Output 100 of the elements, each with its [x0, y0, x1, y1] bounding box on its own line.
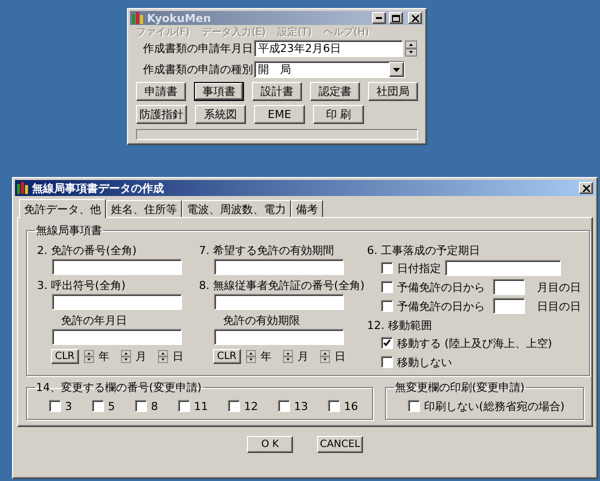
input-field[interactable]	[214, 294, 344, 310]
checkbox-label: 予備免許の日から	[397, 280, 485, 294]
section-heading: 6. 工事落成の予定期日	[367, 243, 481, 258]
field-label: 免許の有効期限	[222, 313, 301, 328]
minimize-icon	[376, 17, 382, 19]
app-icon	[17, 182, 29, 194]
spin-button[interactable]	[318, 350, 331, 363]
checkbox[interactable]	[381, 262, 393, 274]
input-field[interactable]	[493, 279, 525, 295]
tab[interactable]: 備考	[291, 200, 323, 217]
group-title: 無変更欄の印刷(変更申請)	[394, 380, 526, 395]
checkbox[interactable]	[408, 400, 420, 412]
date-field[interactable]: 平成23年2月6日	[254, 40, 403, 57]
checkbox-label: 5	[108, 400, 115, 412]
dropdown-field[interactable]: 開 局	[254, 61, 405, 78]
field-label: 3. 呼出符号(全角)	[37, 278, 127, 293]
window-title: KyokuMen	[147, 12, 212, 24]
dropdown-button[interactable]	[389, 62, 404, 77]
tab[interactable]: 姓名、住所等	[106, 200, 182, 217]
tab[interactable]: 電波、周波数、電力	[182, 200, 291, 217]
checkbox[interactable]	[381, 300, 393, 312]
checkbox-label: 印刷しない(総務省宛の場合)	[424, 398, 565, 414]
checkbox-label: 移動しない	[397, 354, 452, 370]
unit-label: 月	[136, 349, 147, 364]
spin-button[interactable]	[120, 350, 132, 363]
field-label: 7. 希望する免許の有効期間	[199, 243, 335, 258]
dialog-button[interactable]: CANCEL	[317, 436, 363, 453]
unit-label: 月	[298, 349, 309, 364]
form-button[interactable]: 系統図	[195, 105, 246, 124]
clear-button[interactable]: CLR	[213, 349, 241, 364]
field-label: 免許の年月日	[60, 313, 128, 328]
input-field[interactable]	[445, 260, 561, 276]
unit-label: 年	[260, 349, 272, 364]
form-button[interactable]: 事項書	[194, 82, 244, 101]
unit-label: 日	[334, 349, 346, 364]
spinner-arrows-icon	[120, 350, 132, 363]
section-heading: 12. 移動範囲	[367, 318, 433, 333]
spin-button[interactable]	[282, 350, 294, 363]
input-field[interactable]	[52, 294, 182, 310]
spinner-arrows-icon	[82, 350, 95, 363]
checkbox[interactable]	[328, 400, 340, 412]
form-button[interactable]: 防護指針	[136, 105, 187, 124]
spin-button[interactable]	[405, 40, 418, 57]
spinner-arrows-icon	[282, 350, 294, 363]
close-button[interactable]	[408, 12, 422, 24]
caret-icon	[393, 68, 400, 72]
checkbox-label: 12	[244, 400, 258, 412]
field-label: 8. 無線従事者免許証の番号(全角)	[199, 278, 366, 293]
input-field[interactable]	[52, 329, 182, 345]
checkbox[interactable]	[381, 356, 393, 368]
unit-label: 年	[98, 349, 110, 364]
checkbox[interactable]	[49, 400, 61, 412]
checkbox-label: 13	[294, 400, 308, 412]
field-label: 作成書類の申請年月日	[142, 41, 254, 56]
input-field[interactable]	[214, 259, 344, 275]
maximize-icon	[392, 14, 400, 22]
form-button[interactable]: EME	[254, 105, 305, 124]
group-title: 無線局事項書	[35, 223, 103, 238]
tab[interactable]: 免許データ、他	[19, 199, 106, 218]
checkbox-label: 3	[65, 400, 72, 412]
close-button[interactable]	[579, 182, 593, 194]
checkbox[interactable]	[381, 281, 393, 293]
checkbox[interactable]	[178, 400, 190, 412]
dialog-button[interactable]: O K	[247, 436, 293, 453]
form-button[interactable]: 申請書	[136, 82, 186, 101]
spin-button[interactable]	[156, 350, 169, 363]
checkbox[interactable]	[135, 400, 147, 412]
input-field[interactable]	[493, 298, 525, 314]
input-field[interactable]	[52, 259, 182, 275]
spin-button[interactable]	[244, 350, 257, 363]
checkbox-label: 16	[344, 400, 358, 412]
checkbox[interactable]	[228, 400, 240, 412]
clear-button[interactable]: CLR	[51, 349, 79, 364]
maximize-button[interactable]	[389, 12, 403, 24]
spinner-arrows-icon	[318, 350, 331, 363]
close-icon	[582, 184, 590, 192]
checkbox-label: 11	[194, 400, 208, 412]
checkbox[interactable]	[92, 400, 104, 412]
form-button[interactable]: 印 刷	[313, 105, 364, 124]
group-title: 14、変更する欄の番号(変更申請)	[35, 380, 203, 395]
form-button[interactable]: 社団局	[368, 82, 418, 101]
field-label: 2. 免許の番号(全角)	[37, 243, 138, 258]
form-button[interactable]: 認定書	[310, 82, 360, 101]
checkbox-label: 日付指定	[397, 260, 441, 276]
close-icon	[412, 14, 418, 22]
minimize-button[interactable]	[372, 12, 386, 24]
checkbox-label: 予備免許の日から	[397, 298, 485, 314]
checkbox[interactable]	[381, 337, 393, 349]
spin-button[interactable]	[82, 350, 95, 363]
unit-label: 月目の日	[537, 280, 581, 294]
spinner-arrows-icon	[156, 350, 169, 363]
window-title: 無線局事項書データの作成	[32, 180, 165, 196]
unit-label: 日目の日	[537, 298, 581, 314]
spinner-arrows-icon	[405, 40, 417, 57]
form-button[interactable]: 設計書	[252, 82, 302, 101]
app-icon	[132, 12, 144, 24]
spinner-arrows-icon	[244, 350, 257, 363]
checkbox-label: 移動する (陸上及び海上、上空)	[397, 336, 552, 350]
input-field[interactable]	[214, 329, 344, 345]
checkbox[interactable]	[278, 400, 290, 412]
